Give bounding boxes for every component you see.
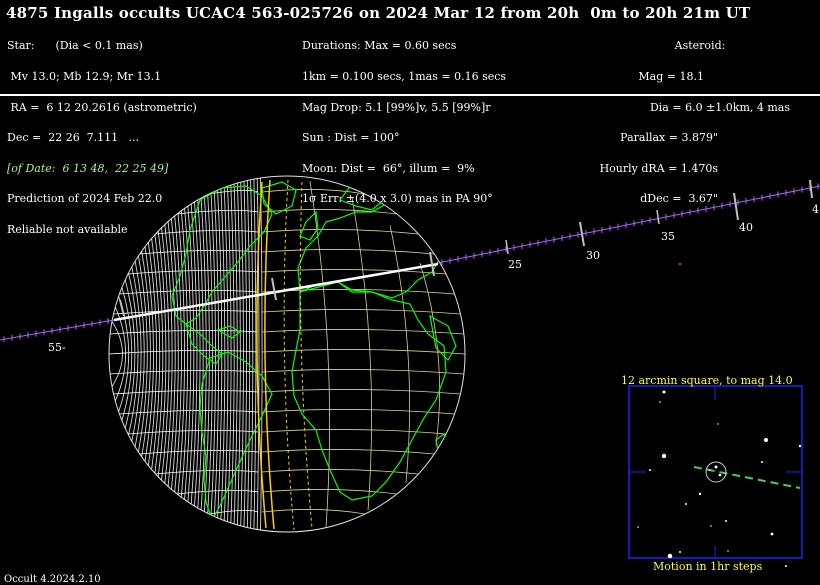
asteroid-line: dDec = 3.67" xyxy=(640,192,718,206)
star-line: Reliable not available xyxy=(7,222,128,236)
star-line-of-date: [of Date: 6 13 48, 22 25 49] xyxy=(7,161,169,175)
event-line: Sun : Dist = 100° xyxy=(302,131,400,145)
star-line: Mv 13.0; Mb 12.9; Mr 13.1 xyxy=(7,70,162,83)
track-label: 30 xyxy=(586,249,600,262)
star-dot xyxy=(770,532,774,536)
page-title: 4875 Ingalls occults UCAC4 563-025726 on… xyxy=(6,4,751,22)
star-line: RA = 6 12 20.2616 (astrometric) xyxy=(7,100,197,114)
star-field-inset xyxy=(628,385,803,567)
star-dot xyxy=(798,444,802,448)
star-dot xyxy=(659,401,661,403)
event-info: Durations: Max = 0.60 secs 1km = 0.100 s… xyxy=(302,21,506,215)
star-info: Star: (Dia < 0.1 mas) Mv 13.0; Mb 12.9; … xyxy=(7,21,197,245)
star-dot xyxy=(785,565,787,567)
star-dot xyxy=(725,520,727,522)
event-line: 1σ Err: ±(4.0 x 3.0) mas in PA 90° xyxy=(302,192,493,206)
asteroid-line: Mag = 18.1 xyxy=(638,70,704,83)
asteroid-line: Hourly dRA = 1.470s xyxy=(599,161,718,175)
star-dot xyxy=(764,438,768,442)
star-dot xyxy=(714,465,718,469)
red-marker-dot xyxy=(678,262,682,266)
star-dot xyxy=(727,550,729,552)
star-line: Dec = 22 26 7.111 ... xyxy=(7,131,140,145)
star-dot xyxy=(717,423,719,425)
header-divider xyxy=(0,94,820,96)
star-dot xyxy=(662,390,666,394)
asteroid-line: Dia = 6.0 ±1.0km, 4 mas xyxy=(649,100,790,114)
star-dot xyxy=(698,492,702,496)
asteroid-info: Asteroid: Mag = 18.1 Dia = 6.0 ±1.0km, 4… xyxy=(580,21,790,215)
star-dot xyxy=(679,551,681,553)
event-line: Durations: Max = 0.60 secs xyxy=(302,39,457,53)
software-version: Occult 4.2024.2.10 xyxy=(4,574,101,585)
star-dot xyxy=(761,461,763,463)
event-line: 1km = 0.100 secs, 1mas = 0.16 secs xyxy=(302,70,507,83)
star-line: Star: (Dia < 0.1 mas) xyxy=(7,39,143,53)
star-dot xyxy=(637,526,639,528)
track-label: 35 xyxy=(661,230,675,243)
asteroid-heading: Asteroid: xyxy=(674,39,726,53)
track-label: 55- xyxy=(48,341,66,354)
event-line: Moon: Dist = 66°, illum = 9% xyxy=(302,161,475,175)
inset-title: 12 arcmin square, to mag 14.0 xyxy=(621,374,793,387)
track-label: 40 xyxy=(739,221,753,234)
star-dot xyxy=(661,453,667,459)
star-dot xyxy=(709,469,711,471)
star-dot xyxy=(649,469,651,471)
track-label: 4 xyxy=(812,203,819,216)
track-major-tick xyxy=(809,179,813,199)
asteroid-line: Parallax = 3.879" xyxy=(620,131,718,145)
star-dot xyxy=(718,473,722,477)
star-line: Prediction of 2024 Feb 22.0 xyxy=(7,192,163,206)
inset-frame xyxy=(628,385,803,559)
star-dot xyxy=(667,553,673,559)
track-label: 25 xyxy=(508,258,522,271)
event-line: Mag Drop: 5.1 [99%]v, 5.5 [99%]r xyxy=(302,100,491,114)
inset-footer: Motion in 1hr steps xyxy=(653,560,763,573)
star-dot xyxy=(685,503,687,505)
star-dot xyxy=(710,525,712,527)
